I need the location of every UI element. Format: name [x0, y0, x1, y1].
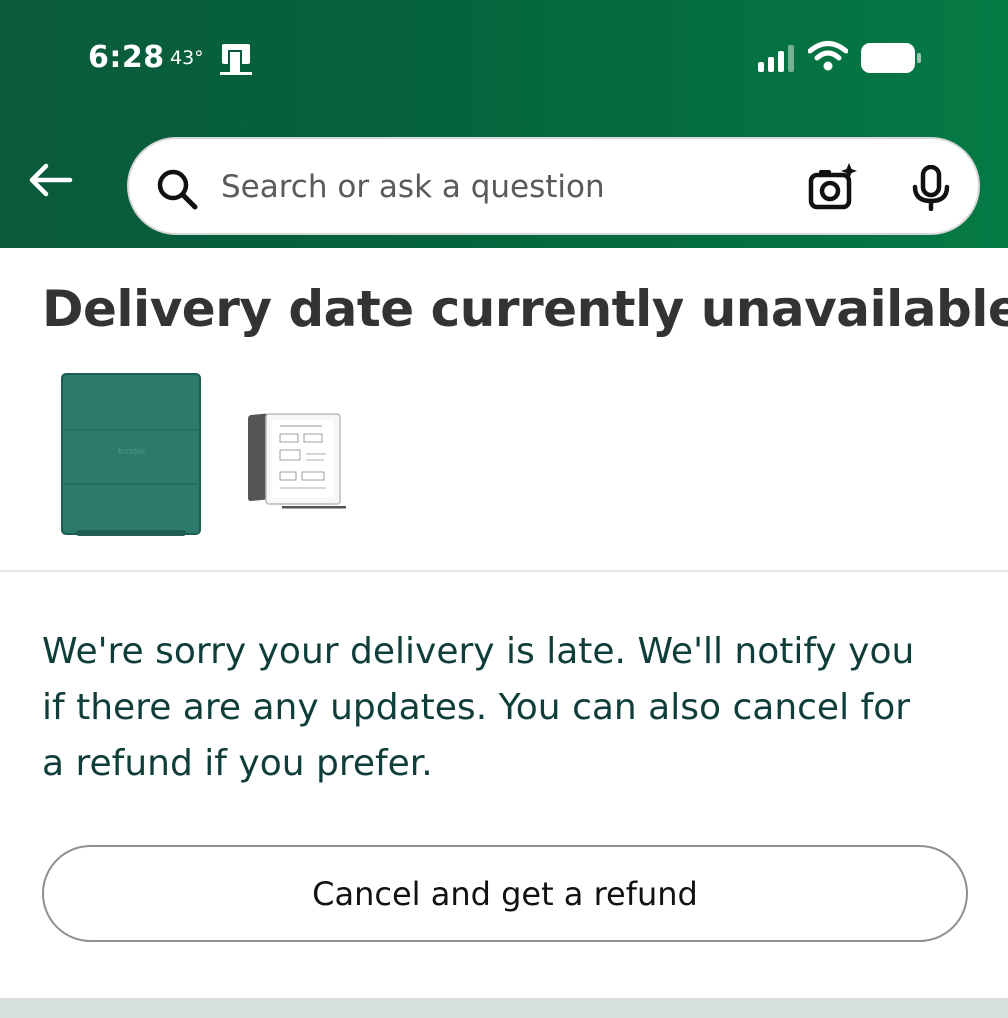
app-notification-icon — [218, 42, 254, 82]
battery-icon — [860, 42, 922, 78]
search-bar[interactable] — [127, 137, 980, 235]
search-input[interactable] — [221, 165, 781, 209]
product-image-kindle-scribe[interactable] — [242, 410, 350, 516]
order-status-page: 6:28 43° Search or ask a question Delive… — [0, 0, 1008, 1018]
bottom-section-divider — [0, 998, 1008, 1018]
back-button[interactable] — [22, 158, 78, 206]
product-image-kindle-cover[interactable]: kindle — [60, 372, 204, 544]
page-title: Delivery date currently unavailable — [42, 280, 1008, 338]
delivery-late-message: We're sorry your delivery is late. We'll… — [42, 631, 915, 784]
status-temperature: 43° — [170, 47, 204, 69]
cancel-refund-button[interactable]: Cancel and get a refund — [42, 845, 968, 942]
camera-sparkle-icon[interactable] — [807, 161, 859, 217]
wifi-icon — [807, 40, 849, 76]
cancel-refund-button-label: Cancel and get a refund — [312, 874, 698, 913]
app-header: 6:28 43° — [0, 0, 1008, 248]
arrow-left-icon — [26, 162, 74, 202]
svg-text:kindle: kindle — [118, 447, 146, 457]
microphone-icon[interactable] — [911, 164, 951, 215]
signal-icon — [758, 44, 798, 76]
section-divider — [0, 570, 1008, 572]
search-icon — [155, 167, 199, 215]
status-time: 6:28 — [88, 40, 165, 75]
